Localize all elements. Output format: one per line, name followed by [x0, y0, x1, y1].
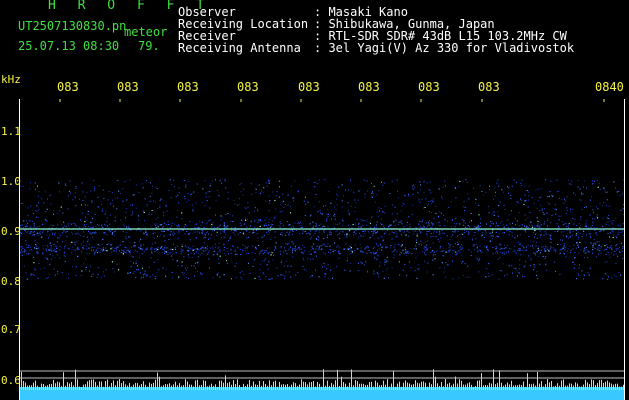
x-tick-1: 083	[57, 80, 79, 94]
timestamp: 25.07.13 08:30	[18, 39, 120, 53]
x-tick-4: 083	[237, 80, 259, 94]
x-tick-5: 083	[298, 80, 320, 94]
info-antenna-value: : 3el Yagi(V) Az 330 for Vladivostok	[314, 41, 575, 55]
axis-unit-label: kHz	[1, 73, 21, 86]
y-label-1-0: 1.0	[1, 175, 21, 188]
x-tick-3: 083	[177, 80, 199, 94]
y-label-1-1: 1.1	[1, 125, 21, 138]
x-tick-6: 083	[358, 80, 380, 94]
y-label-0-8: 0.8	[1, 275, 21, 288]
x-tick-9: 0840	[595, 80, 624, 94]
minute-tick-marks	[59, 99, 605, 102]
detection-count: 79.	[138, 39, 160, 53]
noise-floor-bars	[19, 369, 625, 400]
spectrogram	[19, 99, 625, 400]
y-label-0-9: 0.9	[1, 225, 21, 238]
file-name: UT2507130830.pn	[18, 19, 127, 33]
y-label-0-6: 0.6	[1, 374, 21, 387]
x-tick-8: 083	[478, 80, 500, 94]
y-label-0-7: 0.7	[1, 323, 21, 336]
x-tick-7: 083	[418, 80, 440, 94]
x-tick-2: 083	[117, 80, 139, 94]
info-antenna-label: Receiving Antenna	[178, 41, 301, 55]
detection-tag: meteor	[124, 25, 168, 39]
